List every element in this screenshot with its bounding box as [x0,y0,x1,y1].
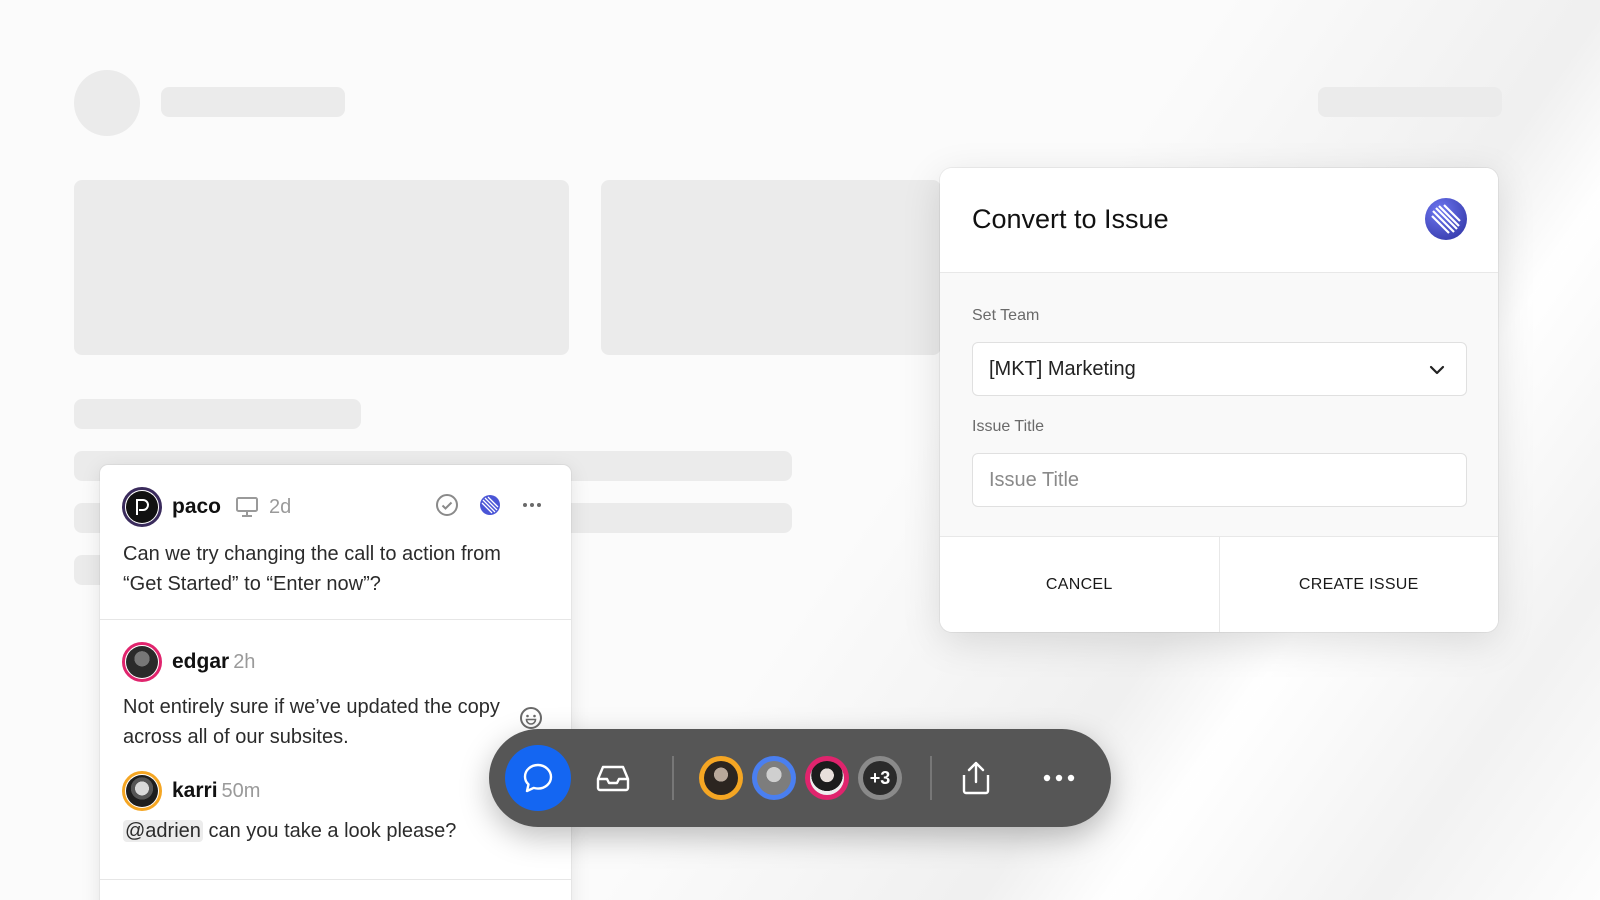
divider [100,619,571,620]
more-options-button[interactable] [1037,758,1081,798]
cancel-button[interactable]: CANCEL [940,537,1219,632]
comment-header: paco 2d [122,487,291,527]
comment-actions [435,493,543,517]
toolbar-divider [672,756,674,800]
comment-thread-card: paco 2d Can we try changing the call to … [100,465,571,900]
dialog-footer: CANCEL CREATE ISSUE [940,537,1498,632]
comment-text-body: can you take a look please? [202,820,457,842]
comment-header: edgar 2h [122,642,255,682]
comment-author: paco [172,495,222,518]
chat-bubble-icon [523,763,553,793]
avatar[interactable] [122,642,162,682]
skeleton-line-1 [74,399,361,429]
comment-author: karri [172,779,218,802]
more-horizontal-icon [1043,774,1075,782]
team-select-value: [MKT] Marketing [989,357,1136,380]
dialog-header: Convert to Issue [940,168,1498,273]
comment-text: @adrien can you take a look please? [123,816,523,846]
desktop-icon [236,497,259,517]
chevron-down-icon [1429,365,1445,375]
participant-avatar[interactable] [752,756,796,800]
comment-header: karri 50m [122,771,260,811]
comment-time: 2h [233,650,256,673]
more-participants-badge[interactable]: +3 [858,756,902,800]
skeleton-title [161,87,345,117]
inbox-icon [596,765,630,792]
participant-avatar[interactable] [805,756,849,800]
skeleton-card-2 [601,180,941,355]
comment-time: 50m [221,779,261,802]
comment-text: Not entirely sure if we’ve updated the c… [123,696,500,748]
comment-time: 2d [269,495,292,518]
participant-avatar[interactable] [699,756,743,800]
mention-tag[interactable]: @adrien [123,820,203,842]
team-select[interactable]: [MKT] Marketing [972,342,1467,396]
skeleton-header-right [1318,87,1502,117]
dialog-body: Set Team [MKT] Marketing Issue Title [940,273,1498,537]
comment-author: edgar [172,650,230,673]
brand-logo-icon [136,499,149,515]
emoji-reaction-icon[interactable] [519,706,543,730]
linear-logo-icon [1425,198,1467,240]
skeleton-avatar [74,70,140,136]
create-issue-button[interactable]: CREATE ISSUE [1218,537,1498,632]
toolbar-divider [930,756,932,800]
share-icon [962,761,990,795]
divider [100,879,571,880]
comment-text: Can we try changing the call to action f… [123,543,501,595]
inbox-button[interactable] [593,758,633,798]
comments-button[interactable] [505,745,571,811]
issue-title-input[interactable] [972,453,1467,507]
more-horizontal-icon[interactable] [521,494,543,516]
share-button[interactable] [954,756,998,800]
dialog-title: Convert to Issue [972,204,1169,234]
more-participants-count: +3 [863,761,897,795]
avatar[interactable] [122,487,162,527]
avatar[interactable] [122,771,162,811]
floating-toolbar: +3 [489,729,1111,827]
convert-to-issue-dialog: Convert to Issue Set Team [MKT] Marketin… [940,168,1498,632]
skeleton-card-1 [74,180,569,355]
linear-logo-icon[interactable] [479,494,501,516]
team-label: Set Team [972,307,1040,324]
resolve-check-icon[interactable] [435,493,459,517]
issue-title-label: Issue Title [972,418,1045,435]
